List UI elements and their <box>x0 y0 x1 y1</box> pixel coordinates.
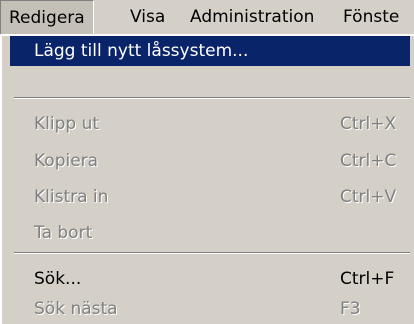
menu-bar: Redigera Visa Administration Fönste <box>0 0 414 34</box>
menu-item-shortcut: Ctrl+X <box>340 114 397 134</box>
menu-item-label: Kopiera <box>34 151 99 171</box>
menu-visa[interactable]: Visa <box>122 0 173 34</box>
menu-item-label: Ta bort <box>34 223 93 243</box>
menu-item-copy[interactable]: Kopiera Ctrl+C <box>10 146 410 176</box>
menu-separator <box>14 97 410 99</box>
menu-item-shortcut: F3 <box>340 299 361 319</box>
menu-item-find-next[interactable]: Sök nästa F3 <box>10 294 410 324</box>
redigera-dropdown-menu: Lägg till nytt låssystem... Klipp ut Ctr… <box>0 34 414 324</box>
menu-item-cut[interactable]: Klipp ut Ctrl+X <box>10 109 410 139</box>
menu-item-label: Sök nästa <box>34 299 118 319</box>
menu-item-add-lock-system[interactable]: Lägg till nytt låssystem... <box>10 36 410 66</box>
menu-item-label: Lägg till nytt låssystem... <box>34 41 249 61</box>
menu-item-shortcut: Ctrl+V <box>340 187 397 207</box>
menu-fonster[interactable]: Fönste <box>335 0 407 34</box>
menu-item-label: Sök... <box>34 269 82 289</box>
menu-item-shortcut: Ctrl+F <box>340 269 395 289</box>
menu-item-label: Klipp ut <box>34 114 100 134</box>
menu-item-find[interactable]: Sök... Ctrl+F <box>10 264 410 294</box>
menu-item-label: Klistra in <box>34 187 109 207</box>
menu-redigera[interactable]: Redigera <box>0 0 94 34</box>
menu-administration[interactable]: Administration <box>182 0 322 34</box>
menu-item-shortcut: Ctrl+C <box>340 151 397 171</box>
menu-item-delete[interactable]: Ta bort <box>10 218 410 248</box>
menu-item-paste[interactable]: Klistra in Ctrl+V <box>10 182 410 212</box>
menu-separator <box>14 252 410 254</box>
